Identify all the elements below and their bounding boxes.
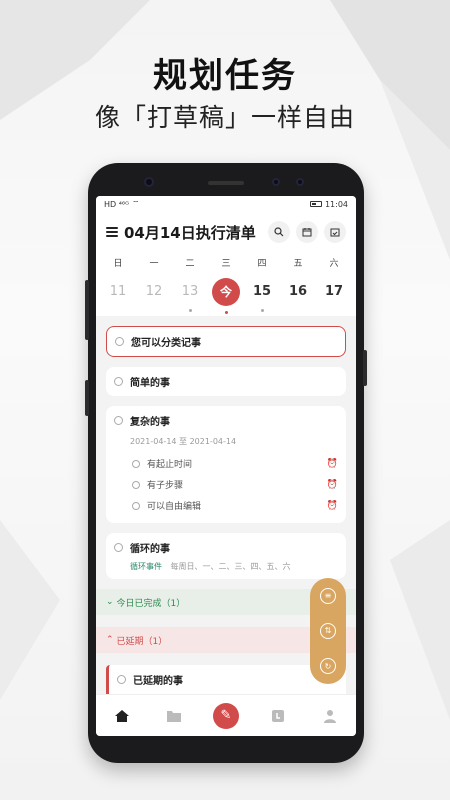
alarm-icon[interactable]: ⏰ <box>327 501 338 511</box>
calendar-check-icon <box>330 228 340 237</box>
event-dot <box>189 309 192 312</box>
weekday-label: 一 <box>149 259 159 269</box>
done-section-label: 今日已完成（1） <box>116 598 186 609</box>
subtask-text: 有子步骤 <box>147 481 184 491</box>
day-cell[interactable]: 11 <box>100 278 136 308</box>
calendar-check-button[interactable] <box>324 221 346 243</box>
task-checkbox[interactable] <box>114 377 123 386</box>
app-header: 04月14日执行清单 <box>96 212 356 252</box>
task-checkbox[interactable] <box>115 337 124 346</box>
subtask-text: 可以自由编辑 <box>147 502 202 512</box>
day-cell[interactable]: 12 <box>136 278 172 308</box>
tab-home[interactable] <box>108 702 136 730</box>
search-button[interactable] <box>268 221 290 243</box>
task-title: 简单的事 <box>130 378 170 389</box>
wifi-icon: ⌔ <box>132 199 140 208</box>
volume-button <box>85 280 89 340</box>
status-bar: HD ⁴⁶ᴳ ⌔ 11:04 <box>96 196 356 212</box>
task-date-range: 2021-04-14 至 2021-04-14 <box>130 437 237 446</box>
app-screen: HD ⁴⁶ᴳ ⌔ 11:04 04月14日执行清单 日 一 二 三 四 五 六 <box>96 196 356 736</box>
tab-profile[interactable] <box>316 702 344 730</box>
task-checkbox[interactable] <box>114 543 123 552</box>
tab-edit[interactable]: ✎ <box>212 702 240 730</box>
weekday-label: 三 <box>221 259 231 269</box>
tab-timeline[interactable] <box>264 702 292 730</box>
event-dot <box>261 309 264 312</box>
iris-scanner <box>296 178 304 186</box>
battery-icon <box>309 201 322 207</box>
subtask-checkbox[interactable] <box>132 459 140 468</box>
alarm-icon[interactable]: ⏰ <box>327 459 338 469</box>
alarm-icon[interactable]: ⏰ <box>327 480 338 490</box>
tab-categories[interactable] <box>160 702 188 730</box>
refresh-icon[interactable]: ↻ <box>320 658 336 675</box>
day-cell-today[interactable]: 今 <box>208 278 244 314</box>
day-cell[interactable]: 17 <box>316 278 352 308</box>
day-cell[interactable]: 16 <box>280 278 316 308</box>
task-card[interactable]: 复杂的事 2021-04-14 至 2021-04-14 有起止时间 ⏰ 有子步… <box>106 406 346 523</box>
pencil-icon: ✎ <box>213 702 239 729</box>
folder-icon <box>167 710 181 722</box>
task-checkbox[interactable] <box>117 675 126 684</box>
weekday-label: 日 <box>113 259 123 269</box>
calendar-icon <box>302 228 312 237</box>
chevron-down-icon: ⌄ <box>106 597 114 607</box>
task-title: 已延期的事 <box>133 676 183 687</box>
weekday-label: 四 <box>257 259 267 269</box>
repeat-tag: 循环事件 <box>130 562 162 571</box>
event-dot <box>225 311 228 314</box>
search-icon <box>274 227 284 237</box>
clock-icon <box>272 709 284 722</box>
task-card[interactable]: 简单的事 <box>106 367 346 396</box>
sensor <box>272 178 280 186</box>
subtask-row[interactable]: 有起止时间 ⏰ <box>132 453 338 474</box>
overdue-section-label: 已延期（1） <box>116 636 168 647</box>
task-title: 复杂的事 <box>130 417 170 428</box>
task-list: 您可以分类记事 简单的事 复杂的事 2021-04-14 至 2021-04-1… <box>96 316 356 579</box>
subtask-row[interactable]: 可以自由编辑 ⏰ <box>132 495 338 516</box>
day-cell[interactable]: 13 <box>172 278 208 312</box>
weekday-label: 五 <box>293 259 303 269</box>
weekday-label: 二 <box>185 259 195 269</box>
calendar-button[interactable] <box>296 221 318 243</box>
promo-subline: 像「打草稿」一样自由 <box>94 103 355 132</box>
weekday-label: 六 <box>329 259 339 269</box>
repeat-rule: 每周日、一、二、三、四、五、六 <box>170 562 291 571</box>
task-title: 循环的事 <box>130 544 170 555</box>
task-card[interactable]: 您可以分类记事 <box>106 326 346 357</box>
earpiece <box>208 181 244 185</box>
front-camera <box>144 177 154 187</box>
bottom-tab-bar: ✎ <box>96 694 356 736</box>
menu-icon[interactable] <box>106 227 118 237</box>
subtask-checkbox[interactable] <box>132 501 140 510</box>
split-icon[interactable]: ⇅ <box>320 622 336 639</box>
home-icon <box>115 709 129 722</box>
subtask-text: 有起止时间 <box>147 460 193 470</box>
week-strip: 日 一 二 三 四 五 六 11 12 13 今 15 16 17 <box>96 252 356 316</box>
task-title: 您可以分类记事 <box>131 338 201 349</box>
day-cell[interactable]: 15 <box>244 278 280 312</box>
note-icon[interactable]: ≡ <box>320 587 336 604</box>
quick-action-bar: ≡ ⇅ ↻ <box>310 578 346 684</box>
repeat-info: 循环事件 每周日、一、二、三、四、五、六 <box>130 561 338 572</box>
task-card[interactable]: 循环的事 循环事件 每周日、一、二、三、四、五、六 <box>106 533 346 579</box>
subtask-checkbox[interactable] <box>132 480 140 489</box>
promo-headline: 规划任务 <box>153 56 297 96</box>
network-indicator: HD ⁴⁶ᴳ <box>104 199 130 209</box>
clock: 11:04 <box>324 199 348 209</box>
chevron-up-icon: ⌃ <box>106 635 114 645</box>
task-checkbox[interactable] <box>114 416 123 425</box>
power-button <box>363 350 367 386</box>
bixby-button <box>85 380 89 416</box>
subtask-row[interactable]: 有子步骤 ⏰ <box>132 474 338 495</box>
user-icon <box>324 709 336 723</box>
page-title: 04月14日执行清单 <box>124 223 256 242</box>
